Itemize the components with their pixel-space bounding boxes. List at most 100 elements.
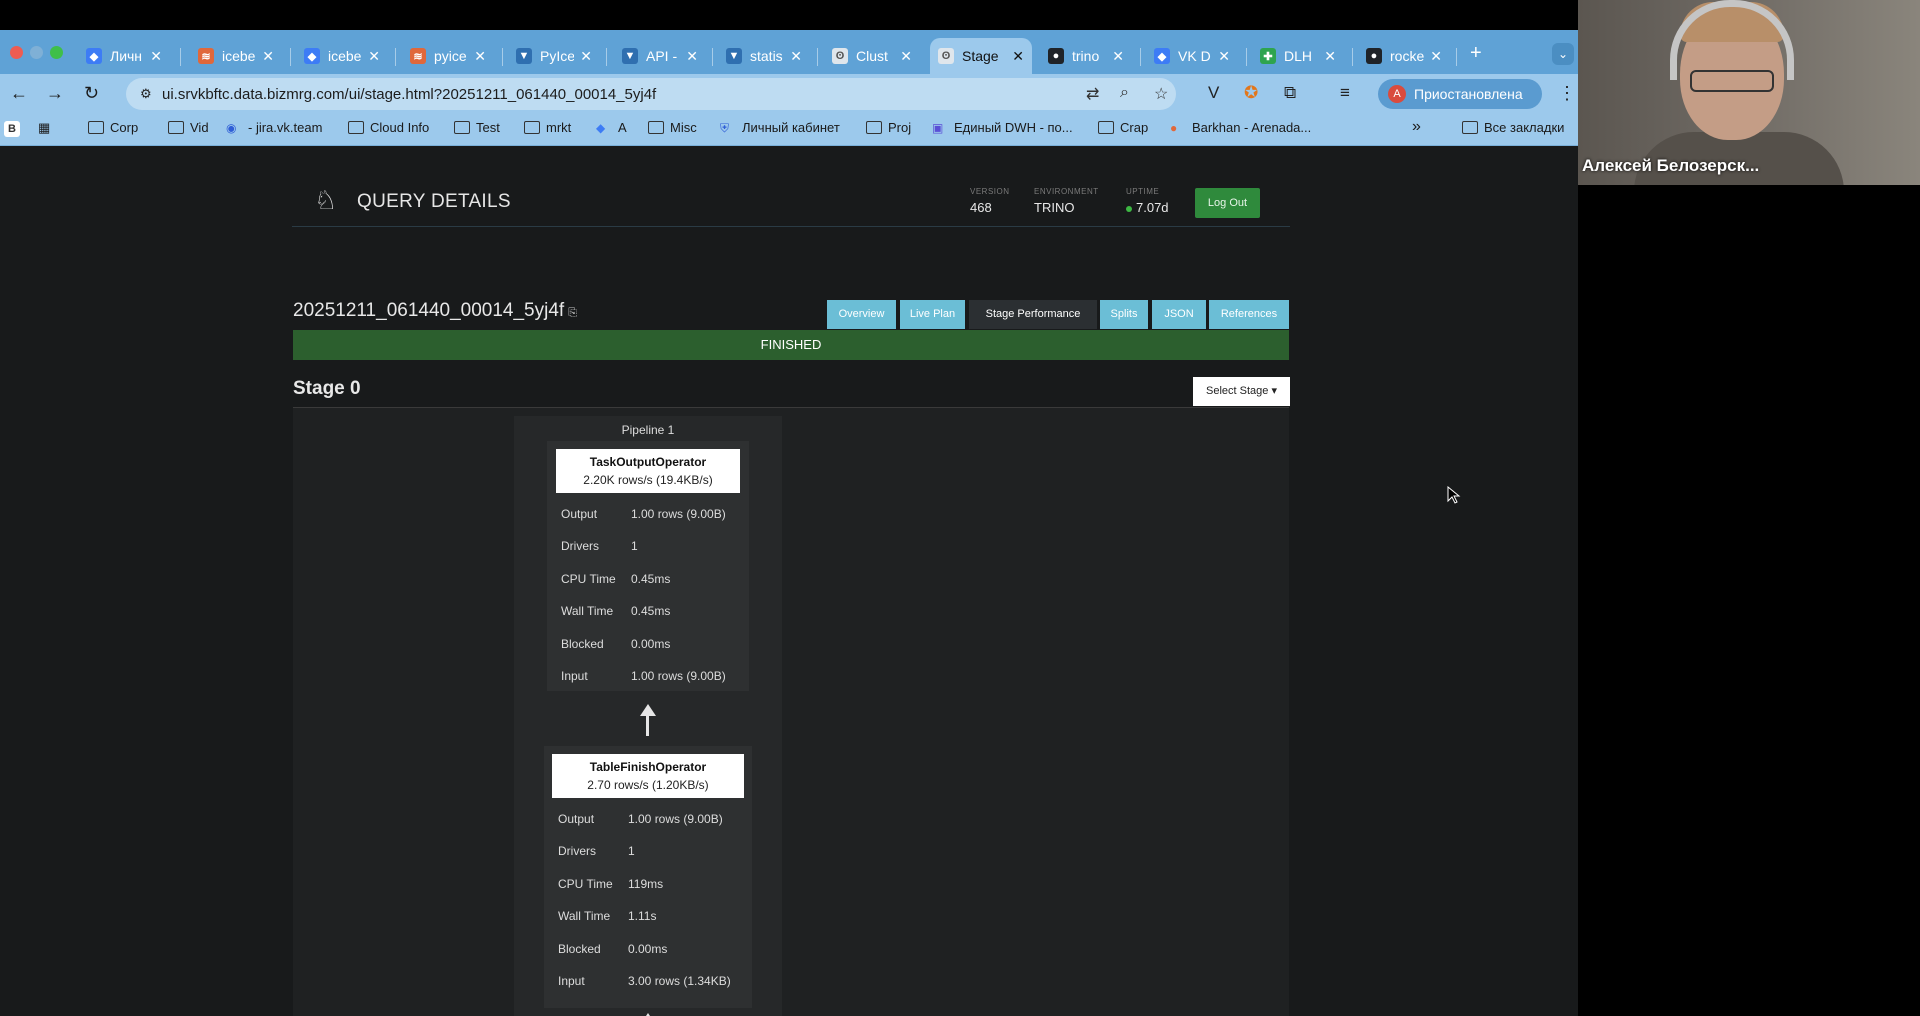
tab-live-plan[interactable]: Live Plan bbox=[900, 300, 965, 329]
browser-tab[interactable]: ◆ Личн ✕ bbox=[78, 38, 170, 74]
media-controls-icon[interactable]: ≡ bbox=[1340, 83, 1350, 103]
stat-value: TRINO bbox=[1034, 200, 1075, 215]
close-tab-icon[interactable]: ✕ bbox=[368, 48, 380, 65]
bookmark-folder-vid[interactable]: Vid bbox=[168, 120, 209, 135]
tab-stage-performance[interactable]: Stage Performance bbox=[969, 300, 1097, 329]
browser-tab[interactable]: ▼ PyIce ✕ bbox=[508, 38, 600, 74]
metric-key: Drivers bbox=[561, 539, 599, 553]
tab-label: API - bbox=[646, 48, 678, 64]
browser-tab[interactable]: ● rocke ✕ bbox=[1358, 38, 1450, 74]
metamask-icon[interactable]: ✪ bbox=[1244, 83, 1258, 103]
metric-value: 3.00 rows (1.34KB) bbox=[628, 974, 731, 988]
tab-references[interactable]: References bbox=[1209, 300, 1289, 329]
browser-tab[interactable]: ◆ icebe ✕ bbox=[296, 38, 388, 74]
browser-tab[interactable]: ✚ DLH ✕ bbox=[1252, 38, 1344, 74]
address-bar[interactable]: ⚙ ui.srvkbftc.data.bizmrg.com/ui/stage.h… bbox=[126, 78, 1176, 110]
more-bookmarks-button[interactable]: » bbox=[1412, 118, 1421, 136]
new-tab-button[interactable]: + bbox=[1470, 42, 1482, 65]
tab-search-button[interactable]: ⌄ bbox=[1552, 43, 1574, 65]
github-icon: ● bbox=[1048, 48, 1064, 64]
reload-icon[interactable]: ↻ bbox=[84, 83, 99, 104]
browser-tab-active[interactable]: ʘ Stage ✕ bbox=[930, 38, 1032, 74]
close-tab-icon[interactable]: ✕ bbox=[1012, 48, 1024, 65]
close-window-button[interactable] bbox=[10, 46, 23, 59]
browser-tab[interactable]: ≋ pyice ✕ bbox=[402, 38, 494, 74]
browser-tab[interactable]: ʘ Clust ✕ bbox=[824, 38, 920, 74]
close-tab-icon[interactable]: ✕ bbox=[686, 48, 698, 65]
close-tab-icon[interactable]: ✕ bbox=[1218, 48, 1230, 65]
bookmark-folder-test[interactable]: Test bbox=[454, 120, 500, 135]
forward-arrow-icon[interactable]: → bbox=[46, 83, 64, 104]
tab-json[interactable]: JSON bbox=[1152, 300, 1206, 329]
browser-toolbar: ← → ↻ ⚙ ui.srvkbftc.data.bizmrg.com/ui/s… bbox=[0, 74, 1578, 114]
mouse-cursor-icon bbox=[1447, 486, 1461, 504]
close-tab-icon[interactable]: ✕ bbox=[580, 48, 592, 65]
browser-tab[interactable]: ▼ statis ✕ bbox=[718, 38, 810, 74]
page-title: QUERY DETAILS bbox=[357, 191, 511, 212]
metric-value: 0.45ms bbox=[631, 604, 671, 618]
bookmark-personal-cabinet[interactable]: ⛨ Личный кабинет bbox=[720, 120, 840, 135]
bookmark-folder-misc[interactable]: Misc bbox=[648, 120, 697, 135]
close-tab-icon[interactable]: ✕ bbox=[474, 48, 486, 65]
copy-icon[interactable]: ⎘ bbox=[568, 307, 577, 319]
folder-icon bbox=[866, 121, 882, 134]
status-dot-icon bbox=[1126, 205, 1132, 212]
browser-menu-icon[interactable]: ⋮ bbox=[1558, 83, 1576, 104]
site-settings-icon[interactable]: ⚙ bbox=[140, 86, 156, 102]
bookmark-folder-cloud-info[interactable]: Cloud Info bbox=[348, 120, 429, 135]
tab-label: PyIce bbox=[540, 48, 575, 64]
close-tab-icon[interactable]: ✕ bbox=[1324, 48, 1336, 65]
tab-splits[interactable]: Splits bbox=[1100, 300, 1148, 329]
tab-overview[interactable]: Overview bbox=[827, 300, 896, 329]
bookmark-folder-corp[interactable]: Corp bbox=[88, 120, 138, 135]
bookmark-b[interactable]: B bbox=[4, 121, 20, 137]
trino-bunny-icon: ʘ bbox=[938, 48, 954, 64]
bookmark-dwh[interactable]: ▣ Единый DWH - по... bbox=[932, 120, 1073, 135]
browser-tab[interactable]: ≋ icebe ✕ bbox=[190, 38, 282, 74]
minimize-window-button[interactable] bbox=[30, 46, 43, 59]
b-badge-icon: B bbox=[4, 121, 20, 137]
bookmark-jira[interactable]: ◉ - jira.vk.team bbox=[226, 120, 322, 135]
folder-icon bbox=[454, 121, 470, 134]
select-stage-dropdown[interactable]: Select Stage ▾ bbox=[1193, 377, 1290, 406]
maximize-window-button[interactable] bbox=[50, 46, 63, 59]
close-tab-icon[interactable]: ✕ bbox=[900, 48, 912, 65]
metric-key: Wall Time bbox=[558, 909, 611, 923]
bookmark-folder-crap[interactable]: Crap bbox=[1098, 120, 1148, 135]
close-tab-icon[interactable]: ✕ bbox=[1112, 48, 1124, 65]
browser-tab[interactable]: ● trino ✕ bbox=[1040, 38, 1132, 74]
close-tab-icon[interactable]: ✕ bbox=[150, 48, 162, 65]
bookmark-star-icon[interactable]: ☆ bbox=[1154, 84, 1168, 104]
zoom-icon[interactable]: ⌕ bbox=[1120, 84, 1129, 102]
operator-rate: 2.20K rows/s (19.4KB/s) bbox=[583, 473, 713, 487]
metric-value: 1.00 rows (9.00B) bbox=[631, 669, 726, 683]
log-out-button[interactable]: Log Out bbox=[1195, 188, 1260, 218]
operator-card[interactable]: TaskOutputOperator 2.20K rows/s (19.4KB/… bbox=[547, 441, 749, 691]
tab-label: Clust bbox=[856, 48, 888, 64]
extension-v-icon[interactable]: V bbox=[1208, 83, 1219, 103]
browser-tab[interactable]: ▼ API - ✕ bbox=[614, 38, 706, 74]
extensions-puzzle-icon[interactable]: ⧉ bbox=[1284, 83, 1296, 103]
bookmark-label: Единый DWH - по... bbox=[954, 120, 1073, 135]
bookmark-folder-mrkt[interactable]: mrkt bbox=[524, 120, 571, 135]
bookmark-folder-proj[interactable]: Proj bbox=[866, 120, 911, 135]
bookmark-label: mrkt bbox=[546, 120, 572, 135]
browser-window: ◆ Личн ✕ ≋ icebe ✕ ◆ icebe ✕ ≋ pyice ✕ ▼… bbox=[0, 30, 1578, 1016]
metric-value: 1 bbox=[631, 539, 638, 553]
close-tab-icon[interactable]: ✕ bbox=[262, 48, 274, 65]
all-bookmarks-folder[interactable]: Все закладки bbox=[1462, 120, 1564, 135]
cube-icon: ◆ bbox=[304, 48, 320, 64]
translate-icon[interactable]: ⇄ bbox=[1086, 84, 1099, 104]
close-tab-icon[interactable]: ✕ bbox=[790, 48, 802, 65]
metric-value: 0.00ms bbox=[631, 637, 671, 651]
bookmark-a[interactable]: ◆ A bbox=[596, 120, 627, 135]
bookmark-barkhan[interactable]: ● Barkhan - Arenada... bbox=[1170, 120, 1311, 135]
version-stat: VERSION 468 bbox=[970, 187, 1010, 215]
back-arrow-icon[interactable]: ← bbox=[10, 83, 28, 104]
operator-card[interactable]: TableFinishOperator 2.70 rows/s (1.20KB/… bbox=[544, 746, 752, 1008]
close-tab-icon[interactable]: ✕ bbox=[1430, 48, 1442, 65]
apps-grid-icon[interactable]: ▦ bbox=[38, 120, 50, 136]
trino-bunny-logo-icon: ♘ bbox=[314, 185, 338, 215]
profile-button[interactable]: A Приостановлена bbox=[1378, 79, 1542, 109]
browser-tab[interactable]: ◆ VK D ✕ bbox=[1146, 38, 1238, 74]
